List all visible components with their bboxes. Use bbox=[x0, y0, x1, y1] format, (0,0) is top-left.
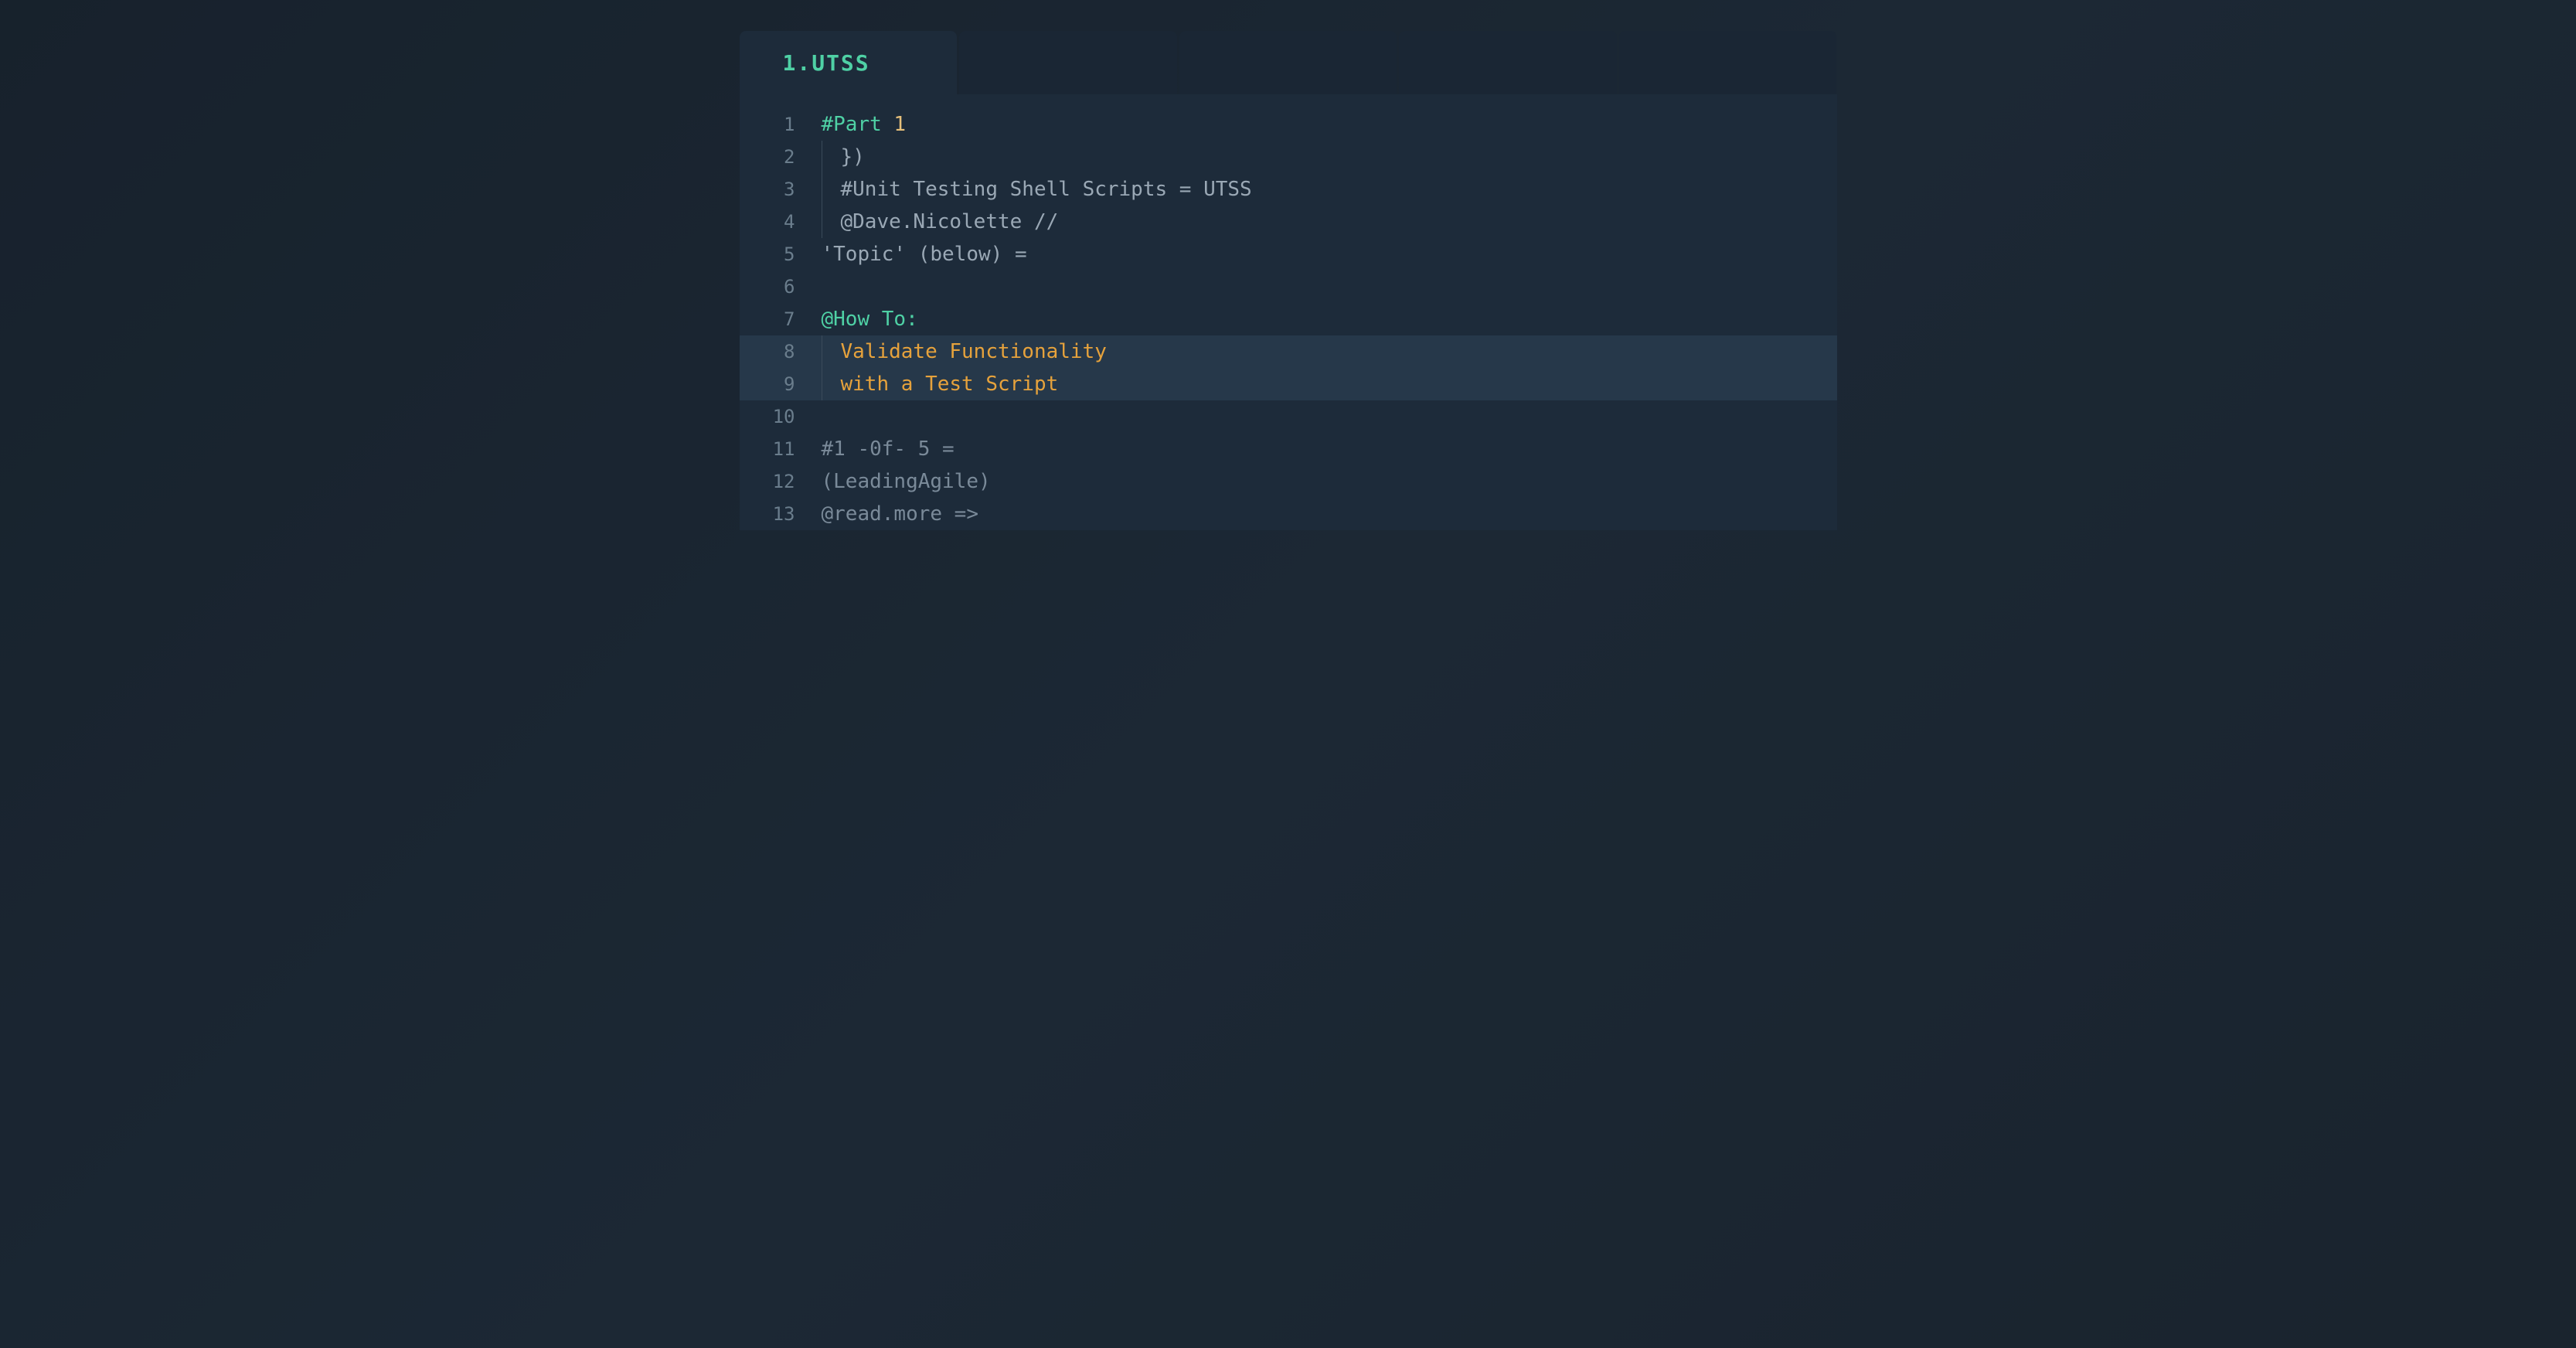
line-content: (LeadingAgile) bbox=[795, 470, 991, 493]
tab-empty-1[interactable] bbox=[959, 31, 1177, 94]
line-number: 1 bbox=[760, 114, 795, 135]
line-content: @read.more => bbox=[795, 502, 979, 526]
tabs-row: 1.UTSS bbox=[740, 31, 1837, 94]
tab-empty-4[interactable] bbox=[1619, 31, 1837, 94]
tab-utss[interactable]: 1.UTSS bbox=[740, 31, 958, 94]
code-line[interactable]: 5'Topic' (below) = bbox=[740, 238, 1837, 271]
line-number: 7 bbox=[760, 308, 795, 330]
code-line[interactable]: 1#Part 1 bbox=[740, 108, 1837, 141]
code-line[interactable]: 12(LeadingAgile) bbox=[740, 465, 1837, 498]
line-number: 3 bbox=[760, 179, 795, 200]
code-line[interactable]: 7@How To: bbox=[740, 303, 1837, 335]
code-line[interactable]: 4 @Dave.Nicolette // bbox=[740, 206, 1837, 238]
code-line[interactable]: 2}) bbox=[740, 141, 1837, 173]
line-content: Validate Functionality bbox=[822, 340, 1107, 363]
line-number: 9 bbox=[760, 373, 795, 395]
code-line[interactable]: 11#1 -0f- 5 = bbox=[740, 433, 1837, 465]
code-line[interactable]: 6 bbox=[740, 271, 1837, 303]
line-content: @Dave.Nicolette // bbox=[822, 210, 1059, 233]
line-number: 11 bbox=[760, 438, 795, 460]
tab-label: 1.UTSS bbox=[783, 50, 870, 76]
line-number: 10 bbox=[760, 406, 795, 427]
line-content: #1 -0f- 5 = bbox=[795, 437, 955, 461]
line-content: }) bbox=[822, 145, 865, 168]
line-number: 6 bbox=[760, 276, 795, 298]
code-line[interactable]: 8 Validate Functionality bbox=[740, 335, 1837, 368]
line-number: 12 bbox=[760, 471, 795, 492]
editor-container: 1.UTSS 1#Part 12})3#Unit Testing Shell S… bbox=[740, 31, 1837, 530]
line-content: 'Topic' (below) = bbox=[795, 243, 1027, 266]
code-line[interactable]: 3 #Unit Testing Shell Scripts = UTSS bbox=[740, 173, 1837, 206]
code-line[interactable]: 13@read.more => bbox=[740, 498, 1837, 530]
tab-empty-2[interactable] bbox=[1179, 31, 1397, 94]
line-number: 4 bbox=[760, 211, 795, 233]
line-content: with a Test Script bbox=[822, 373, 1059, 396]
line-content: #Unit Testing Shell Scripts = UTSS bbox=[822, 178, 1252, 201]
line-content: #Part 1 bbox=[795, 113, 907, 136]
line-number: 5 bbox=[760, 243, 795, 265]
line-content: @How To: bbox=[795, 308, 918, 331]
line-number: 8 bbox=[760, 341, 795, 363]
line-number: 13 bbox=[760, 503, 795, 525]
tab-empty-3[interactable] bbox=[1399, 31, 1617, 94]
code-line[interactable]: 10 bbox=[740, 400, 1837, 433]
line-number: 2 bbox=[760, 146, 795, 168]
code-line[interactable]: 9 with a Test Script bbox=[740, 368, 1837, 400]
code-editor[interactable]: 1#Part 12})3#Unit Testing Shell Scripts … bbox=[740, 94, 1837, 530]
